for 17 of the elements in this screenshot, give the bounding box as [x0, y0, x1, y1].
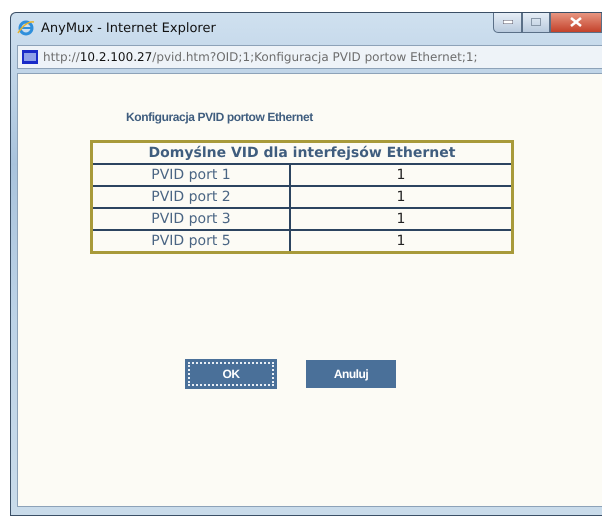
- browser-logo-icon: [17, 19, 35, 37]
- minimize-icon: [502, 20, 512, 24]
- page-heading: Konfiguracja PVID portow Ethernet: [126, 110, 314, 124]
- window-title: AnyMux - Internet Explorer: [41, 20, 216, 36]
- close-button[interactable]: [550, 13, 602, 33]
- page-icon: [22, 50, 38, 64]
- maximize-icon: [531, 18, 541, 26]
- minimize-button[interactable]: [493, 13, 522, 33]
- address-bar[interactable]: http://10.2.100.27/pvid.htm?OID;1;Konfiguracja PVID portow Ethernet;1;: [17, 45, 602, 69]
- port-label-cell: PVID port 1: [92, 164, 290, 186]
- url-text: http://10.2.100.27/pvid.htm?OID;1;Konfiguracja PVID portow Ethernet;1;: [43, 50, 478, 64]
- port-label-cell: PVID port 3: [92, 208, 290, 230]
- dialog-button[interactable]: Anuluj: [306, 360, 396, 388]
- dialog-button[interactable]: OK: [186, 360, 276, 388]
- port-label-cell: PVID port 2: [92, 186, 290, 208]
- close-icon: [570, 17, 582, 27]
- maximize-button[interactable]: [522, 13, 550, 33]
